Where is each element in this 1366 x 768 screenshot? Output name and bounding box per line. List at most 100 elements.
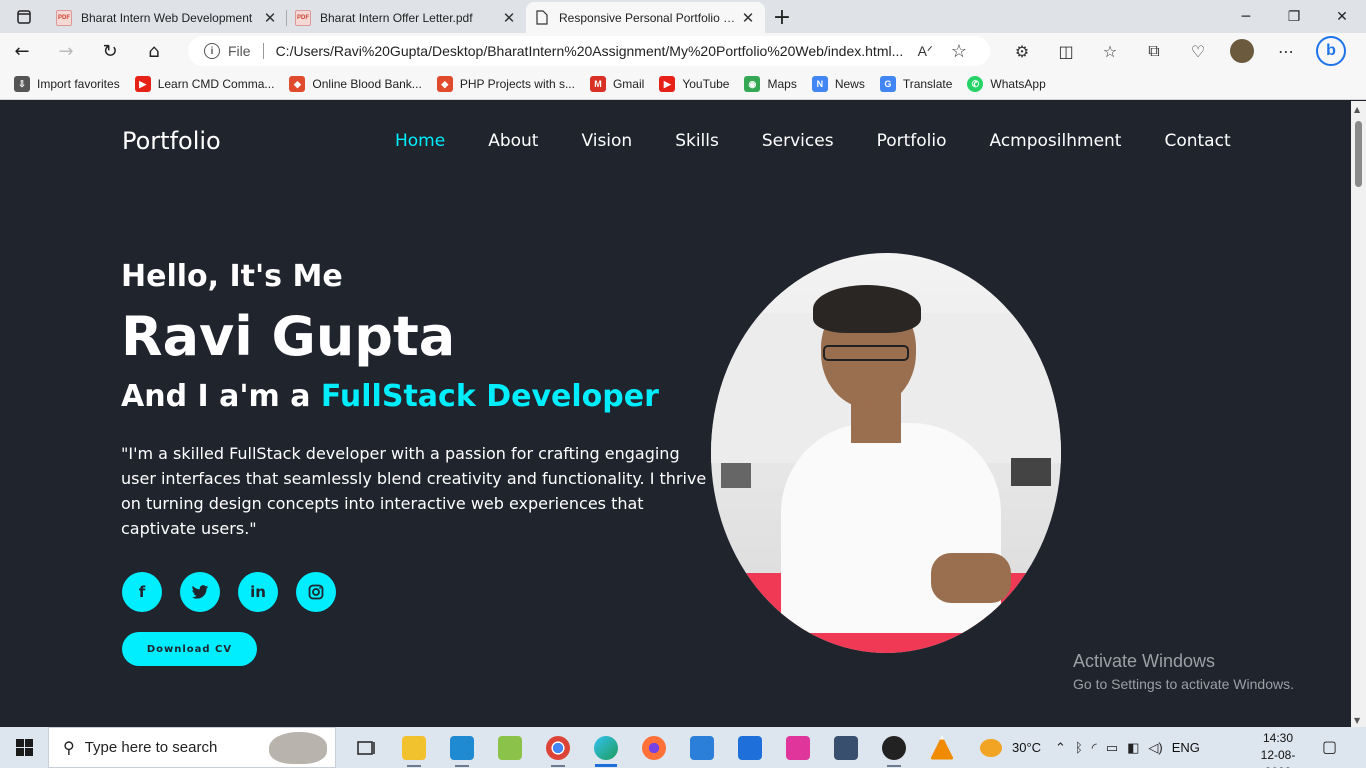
taskbar-search[interactable]: ⚲ Type here to search <box>48 727 336 768</box>
nav-accomplishment[interactable]: Acmposilhment <box>990 131 1122 151</box>
info-icon[interactable]: i <box>204 43 220 59</box>
favorite-label: Learn CMD Comma... <box>157 77 275 91</box>
favorite-star-icon[interactable]: ☆ <box>951 41 967 62</box>
tab-actions-button[interactable] <box>0 0 48 33</box>
browser-tab-active[interactable]: Responsive Personal Portfolio We ✕ <box>526 2 765 33</box>
more-menu-icon[interactable]: ⋯ <box>1264 33 1308 69</box>
vlc-icon[interactable] <box>918 727 966 768</box>
favorite-item[interactable]: N News <box>811 76 865 92</box>
store-icon[interactable] <box>678 727 726 768</box>
weather-icon[interactable] <box>980 738 1002 757</box>
extensions-icon[interactable]: ⚙ <box>1000 33 1044 69</box>
new-tab-button[interactable]: + <box>765 2 799 33</box>
vscode-icon[interactable] <box>438 727 486 768</box>
edge-icon[interactable] <box>582 727 630 768</box>
address-scheme: File <box>228 43 251 59</box>
chrome-icon[interactable] <box>534 727 582 768</box>
battery-icon[interactable]: ▭ <box>1106 740 1118 756</box>
scroll-up-icon[interactable]: ▲ <box>1354 105 1360 114</box>
task-view-icon[interactable] <box>342 727 390 768</box>
hero-role-prefix: And I a'm a <box>121 379 321 414</box>
address-bar[interactable]: i File C:/Users/Ravi%20Gupta/Desktop/Bha… <box>188 36 990 66</box>
mail-icon[interactable] <box>726 727 774 768</box>
start-button[interactable] <box>0 727 48 768</box>
favorite-item[interactable]: ▶ Learn CMD Comma... <box>134 76 275 92</box>
hero-bio: "I'm a skilled FullStack developer with … <box>121 444 707 538</box>
favorite-item[interactable]: ▶ YouTube <box>659 76 729 92</box>
wifi-icon[interactable]: ◜ <box>1092 740 1097 756</box>
browser-tab[interactable]: PDF Bharat Intern Web Development ✕ <box>48 2 287 33</box>
display-icon[interactable]: ◧ <box>1127 740 1139 756</box>
favorite-item[interactable]: ◆ PHP Projects with s... <box>436 76 575 92</box>
activate-windows-title: Activate Windows <box>1073 651 1216 671</box>
split-screen-icon[interactable]: ◫ <box>1044 33 1088 69</box>
linkedin-icon[interactable]: in <box>238 572 278 612</box>
site-nav: Home About Vision Skills Services Portfo… <box>395 131 1274 151</box>
facebook-icon[interactable]: f <box>122 572 162 612</box>
address-url[interactable]: C:/Users/Ravi%20Gupta/Desktop/BharatInte… <box>276 43 906 59</box>
favorite-label: YouTube <box>682 77 730 91</box>
page-scrollbar[interactable]: ▲ ▼ <box>1351 101 1366 727</box>
minimize-icon[interactable]: ─ <box>1222 0 1270 33</box>
favorite-item[interactable]: ⇩ Import favorites <box>14 76 120 92</box>
browser-tab[interactable]: PDF Bharat Intern Offer Letter.pdf ✕ <box>287 2 526 33</box>
address-divider <box>262 43 264 59</box>
browser-essentials-icon[interactable]: ♡ <box>1176 33 1220 69</box>
media-player-icon[interactable] <box>870 727 918 768</box>
collections-icon[interactable]: ⧉ <box>1132 33 1176 69</box>
hero-name: Ravi Gupta <box>121 305 456 368</box>
search-icon: ⚲ <box>63 739 75 757</box>
back-icon[interactable]: ← <box>0 33 44 69</box>
favorite-item[interactable]: ✆ WhatsApp <box>967 76 1046 92</box>
bing-chat-icon[interactable]: b <box>1316 36 1346 66</box>
nav-home[interactable]: Home <box>395 131 445 151</box>
favorite-item[interactable]: ◉ Maps <box>744 76 797 92</box>
notepad-plus-icon[interactable] <box>486 727 534 768</box>
close-icon[interactable]: ✕ <box>1318 0 1366 33</box>
file-explorer-icon[interactable] <box>390 727 438 768</box>
download-cv-button[interactable]: Download CV <box>122 632 257 666</box>
browser-toolbar: ← → ↻ ⌂ i File C:/Users/Ravi%20Gupta/Des… <box>0 33 1366 69</box>
instagram-icon[interactable] <box>296 572 336 612</box>
favorite-item[interactable]: M Gmail <box>589 76 644 92</box>
refresh-icon[interactable]: ↻ <box>88 33 132 69</box>
wps-office-icon[interactable] <box>774 727 822 768</box>
nav-skills[interactable]: Skills <box>675 131 719 151</box>
bluetooth-icon[interactable]: ᛒ <box>1075 740 1083 755</box>
tab-label: Bharat Intern Web Development <box>81 10 253 25</box>
site-logo[interactable]: Portfolio <box>122 127 221 155</box>
clock-time: 14:30 <box>1262 731 1294 745</box>
profile-avatar[interactable] <box>1230 39 1254 63</box>
tab-close-icon[interactable]: ✕ <box>261 9 279 27</box>
chevron-up-icon[interactable]: ⌃ <box>1055 740 1066 756</box>
taskbar-clock[interactable]: 14:30 12-08-2023 <box>1250 730 1306 768</box>
firefox-icon[interactable] <box>630 727 678 768</box>
favorite-item[interactable]: ◆ Online Blood Bank... <box>289 76 422 92</box>
language-indicator[interactable]: ENG <box>1172 740 1200 755</box>
clock-date: 12-08-2023 <box>1260 748 1296 768</box>
notification-icon[interactable]: ▢ <box>1322 737 1337 756</box>
scrollbar-thumb[interactable] <box>1355 121 1362 187</box>
restore-icon[interactable]: ❐ <box>1270 0 1318 33</box>
activate-windows-subtitle: Go to Settings to activate Windows. <box>1073 676 1294 692</box>
nav-vision[interactable]: Vision <box>581 131 632 151</box>
gmail-icon: M <box>589 76 606 92</box>
nav-about[interactable]: About <box>488 131 538 151</box>
tab-close-icon[interactable]: ✕ <box>500 9 518 27</box>
tab-close-icon[interactable]: ✕ <box>739 9 757 27</box>
favorites-icon[interactable]: ☆ <box>1088 33 1132 69</box>
favorite-item[interactable]: G Translate <box>879 76 952 92</box>
forward-icon[interactable]: → <box>44 33 88 69</box>
nav-contact[interactable]: Contact <box>1164 131 1230 151</box>
scroll-down-icon[interactable]: ▼ <box>1354 716 1360 725</box>
home-icon[interactable]: ⌂ <box>132 33 176 69</box>
read-aloud-icon[interactable]: Aᐟ <box>918 43 933 60</box>
weather-temp[interactable]: 30°C <box>1012 740 1041 755</box>
favorite-label: Import favorites <box>37 77 120 91</box>
tab-actions-icon <box>17 9 31 24</box>
sql-developer-icon[interactable] <box>822 727 870 768</box>
volume-icon[interactable]: ◁) <box>1148 740 1162 756</box>
nav-services[interactable]: Services <box>762 131 834 151</box>
twitter-icon[interactable] <box>180 572 220 612</box>
nav-portfolio[interactable]: Portfolio <box>877 131 947 151</box>
